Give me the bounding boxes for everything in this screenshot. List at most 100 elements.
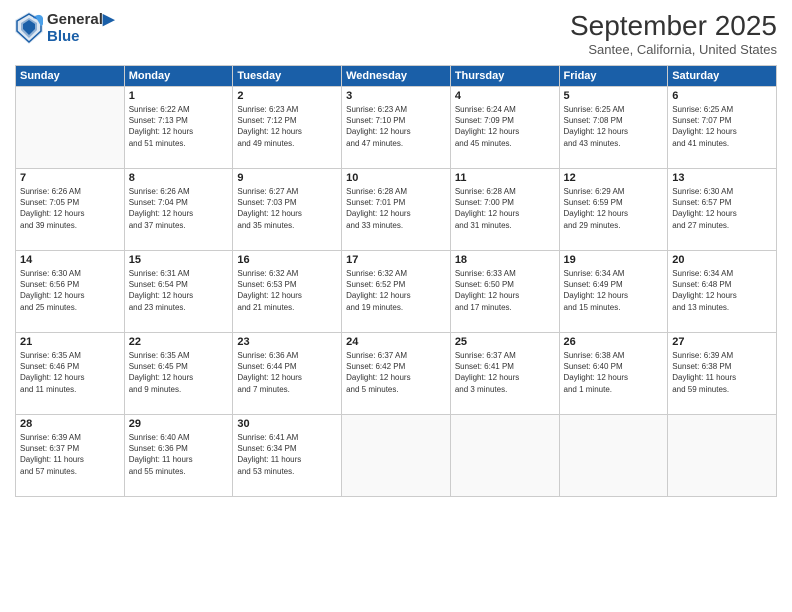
day-info: Sunrise: 6:32 AM Sunset: 6:53 PM Dayligh… (237, 268, 337, 313)
header: General▶ Blue September 2025 Santee, Cal… (15, 10, 777, 57)
calendar-day: 14Sunrise: 6:30 AM Sunset: 6:56 PM Dayli… (16, 251, 125, 333)
calendar-day (668, 415, 777, 497)
calendar-day: 22Sunrise: 6:35 AM Sunset: 6:45 PM Dayli… (124, 333, 233, 415)
title-block: September 2025 Santee, California, Unite… (570, 10, 777, 57)
day-info: Sunrise: 6:29 AM Sunset: 6:59 PM Dayligh… (564, 186, 664, 231)
day-number: 2 (237, 90, 337, 102)
day-info: Sunrise: 6:38 AM Sunset: 6:40 PM Dayligh… (564, 350, 664, 395)
logo: General▶ Blue (15, 10, 114, 45)
day-info: Sunrise: 6:35 AM Sunset: 6:46 PM Dayligh… (20, 350, 120, 395)
calendar-day: 30 Sunrise: 6:41 AM Sunset: 6:34 PM Dayli… (233, 415, 342, 497)
day-info: Sunrise: 6:39 AM Sunset: 6:37 PM Dayligh… (20, 432, 120, 477)
month-title: September 2025 (570, 10, 777, 42)
calendar-day (559, 415, 668, 497)
calendar-day (342, 415, 451, 497)
calendar-day: 15 Sunrise: 6:31 AM Sunset: 6:54 PM Dayli… (124, 251, 233, 333)
calendar-day: 29 Sunrise: 6:40 AM Sunset: 6:36 PM Dayli… (124, 415, 233, 497)
day-info: Sunrise: 6:32 AM Sunset: 6:52 PM Dayligh… (346, 268, 446, 313)
logo-icon (15, 12, 43, 44)
calendar-day: 5 Sunrise: 6:25 AM Sunset: 7:08 PM Daylig… (559, 87, 668, 169)
calendar-week-1: 1 Sunrise: 6:22 AM Sunset: 7:13 PM Daylig… (16, 87, 777, 169)
calendar-day: 10Sunrise: 6:28 AM Sunset: 7:01 PM Dayli… (342, 169, 451, 251)
calendar-day: 20Sunrise: 6:34 AM Sunset: 6:48 PM Dayli… (668, 251, 777, 333)
day-number: 18 (455, 254, 555, 266)
day-info: Sunrise: 6:37 AM Sunset: 6:42 PM Dayligh… (346, 350, 446, 395)
header-saturday: Saturday (668, 66, 777, 87)
day-info: Sunrise: 6:28 AM Sunset: 7:00 PM Dayligh… (455, 186, 555, 231)
day-info: Sunrise: 6:41 AM Sunset: 6:34 PM Dayligh… (237, 432, 337, 477)
day-number: 9 (237, 172, 337, 184)
calendar-day (16, 87, 125, 169)
calendar-day: 7Sunrise: 6:26 AM Sunset: 7:05 PM Daylig… (16, 169, 125, 251)
day-number: 15 (129, 254, 229, 266)
day-info: Sunrise: 6:23 AM Sunset: 7:12 PM Dayligh… (237, 104, 337, 149)
day-number: 24 (346, 336, 446, 348)
calendar-day: 1 Sunrise: 6:22 AM Sunset: 7:13 PM Daylig… (124, 87, 233, 169)
calendar-day: 3 Sunrise: 6:23 AM Sunset: 7:10 PM Daylig… (342, 87, 451, 169)
calendar-day: 24 Sunrise: 6:37 AM Sunset: 6:42 PM Dayli… (342, 333, 451, 415)
day-info: Sunrise: 6:33 AM Sunset: 6:50 PM Dayligh… (455, 268, 555, 313)
calendar-day: 17 Sunrise: 6:32 AM Sunset: 6:52 PM Dayli… (342, 251, 451, 333)
header-wednesday: Wednesday (342, 66, 451, 87)
day-number: 6 (672, 90, 772, 102)
calendar-week-4: 21 Sunrise: 6:35 AM Sunset: 6:46 PM Dayli… (16, 333, 777, 415)
day-number: 19 (564, 254, 664, 266)
day-number: 8 (129, 172, 229, 184)
day-number: 21 (20, 336, 120, 348)
calendar-day (450, 415, 559, 497)
calendar-day: 11 Sunrise: 6:28 AM Sunset: 7:00 PM Dayli… (450, 169, 559, 251)
day-info: Sunrise: 6:36 AM Sunset: 6:44 PM Dayligh… (237, 350, 337, 395)
day-number: 7 (20, 172, 120, 184)
day-number: 25 (455, 336, 555, 348)
calendar-day: 16 Sunrise: 6:32 AM Sunset: 6:53 PM Dayli… (233, 251, 342, 333)
day-number: 29 (129, 418, 229, 430)
day-info: Sunrise: 6:35 AM Sunset: 6:45 PM Dayligh… (129, 350, 229, 395)
day-number: 23 (237, 336, 337, 348)
calendar-day: 23 Sunrise: 6:36 AM Sunset: 6:44 PM Dayli… (233, 333, 342, 415)
page: General▶ Blue September 2025 Santee, Cal… (0, 0, 792, 612)
header-monday: Monday (124, 66, 233, 87)
day-info: Sunrise: 6:22 AM Sunset: 7:13 PM Dayligh… (129, 104, 229, 149)
day-info: Sunrise: 6:26 AM Sunset: 7:04 PM Dayligh… (129, 186, 229, 231)
day-info: Sunrise: 6:34 AM Sunset: 6:49 PM Dayligh… (564, 268, 664, 313)
calendar-day: 13 Sunrise: 6:30 AM Sunset: 6:57 PM Dayli… (668, 169, 777, 251)
day-info: Sunrise: 6:30 AM Sunset: 6:57 PM Dayligh… (672, 186, 772, 231)
day-number: 20 (672, 254, 772, 266)
day-number: 13 (672, 172, 772, 184)
calendar-week-2: 7Sunrise: 6:26 AM Sunset: 7:05 PM Daylig… (16, 169, 777, 251)
day-info: Sunrise: 6:24 AM Sunset: 7:09 PM Dayligh… (455, 104, 555, 149)
logo-text: General▶ Blue (47, 10, 114, 45)
day-number: 5 (564, 90, 664, 102)
day-number: 1 (129, 90, 229, 102)
header-tuesday: Tuesday (233, 66, 342, 87)
day-info: Sunrise: 6:25 AM Sunset: 7:07 PM Dayligh… (672, 104, 772, 149)
day-info: Sunrise: 6:31 AM Sunset: 6:54 PM Dayligh… (129, 268, 229, 313)
day-info: Sunrise: 6:25 AM Sunset: 7:08 PM Dayligh… (564, 104, 664, 149)
day-number: 16 (237, 254, 337, 266)
day-info: Sunrise: 6:37 AM Sunset: 6:41 PM Dayligh… (455, 350, 555, 395)
day-number: 3 (346, 90, 446, 102)
day-number: 11 (455, 172, 555, 184)
calendar-day: 6 Sunrise: 6:25 AM Sunset: 7:07 PM Daylig… (668, 87, 777, 169)
location: Santee, California, United States (570, 42, 777, 57)
day-info: Sunrise: 6:39 AM Sunset: 6:38 PM Dayligh… (672, 350, 772, 395)
calendar-day: 21 Sunrise: 6:35 AM Sunset: 6:46 PM Dayli… (16, 333, 125, 415)
calendar-day: 27 Sunrise: 6:39 AM Sunset: 6:38 PM Dayli… (668, 333, 777, 415)
header-sunday: Sunday (16, 66, 125, 87)
day-number: 14 (20, 254, 120, 266)
calendar-day: 28Sunrise: 6:39 AM Sunset: 6:37 PM Dayli… (16, 415, 125, 497)
calendar-day: 25 Sunrise: 6:37 AM Sunset: 6:41 PM Dayli… (450, 333, 559, 415)
day-number: 26 (564, 336, 664, 348)
header-thursday: Thursday (450, 66, 559, 87)
day-info: Sunrise: 6:27 AM Sunset: 7:03 PM Dayligh… (237, 186, 337, 231)
day-number: 30 (237, 418, 337, 430)
day-number: 27 (672, 336, 772, 348)
calendar-table: Sunday Monday Tuesday Wednesday Thursday… (15, 65, 777, 497)
day-number: 17 (346, 254, 446, 266)
day-info: Sunrise: 6:40 AM Sunset: 6:36 PM Dayligh… (129, 432, 229, 477)
calendar-week-5: 28Sunrise: 6:39 AM Sunset: 6:37 PM Dayli… (16, 415, 777, 497)
day-info: Sunrise: 6:23 AM Sunset: 7:10 PM Dayligh… (346, 104, 446, 149)
calendar-week-3: 14Sunrise: 6:30 AM Sunset: 6:56 PM Dayli… (16, 251, 777, 333)
header-friday: Friday (559, 66, 668, 87)
calendar-day: 19 Sunrise: 6:34 AM Sunset: 6:49 PM Dayli… (559, 251, 668, 333)
